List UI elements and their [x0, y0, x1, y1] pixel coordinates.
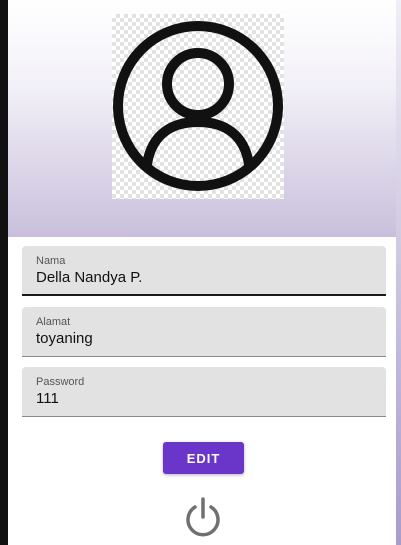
alamat-field[interactable]: Alamat toyaning [22, 307, 386, 357]
profile-avatar[interactable] [112, 14, 284, 199]
power-icon [186, 497, 220, 537]
alamat-value[interactable]: toyaning [36, 330, 93, 347]
window-right-edge [396, 0, 401, 545]
nama-field[interactable]: Nama Della Nandya P. [22, 246, 386, 296]
window-left-edge [0, 0, 8, 545]
password-value[interactable]: 111 [36, 390, 59, 407]
password-field[interactable]: Password 111 [22, 367, 386, 417]
account-circle-icon [113, 21, 283, 191]
alamat-underline [22, 356, 386, 357]
nama-label: Nama [36, 255, 66, 267]
nama-underline [22, 294, 386, 296]
alamat-label: Alamat [36, 316, 71, 328]
password-underline [22, 416, 386, 417]
password-label: Password [36, 376, 85, 388]
nama-value[interactable]: Della Nandya P. [36, 269, 142, 286]
logout-button[interactable] [181, 494, 225, 538]
edit-button[interactable]: EDIT [163, 442, 244, 474]
